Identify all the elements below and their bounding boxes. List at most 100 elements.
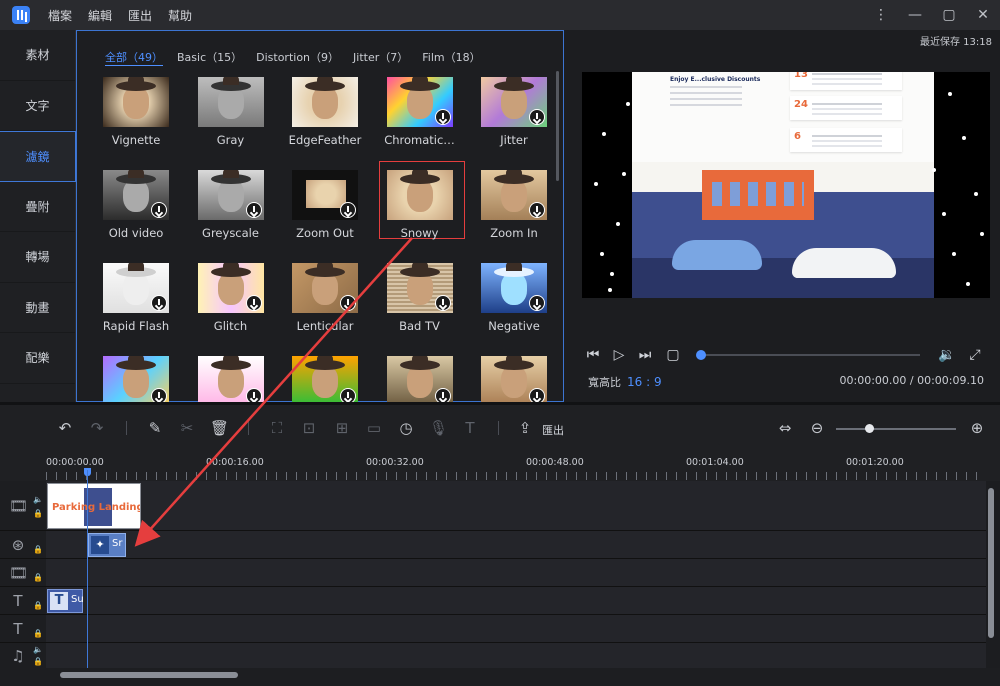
timeline-vertical-scrollbar[interactable] [988, 488, 994, 638]
timeline-horizontal-scrollbar[interactable] [60, 672, 238, 678]
aspect-ratio-value[interactable]: 16 : 9 [627, 375, 662, 389]
download-icon[interactable] [529, 295, 545, 311]
playback-progress[interactable] [696, 350, 920, 360]
sidebar-item-transitions[interactable]: 轉場 [0, 232, 75, 283]
lock-icon[interactable]: 🔒 [33, 509, 43, 518]
lock-icon[interactable]: 🔒 [33, 601, 43, 610]
filter-clip[interactable]: ✦ Sr [88, 533, 126, 557]
lock-icon[interactable]: 🔒 [33, 573, 43, 582]
play-icon[interactable]: ▷ [610, 346, 628, 364]
tab-distortion[interactable]: Distortion（9） [256, 49, 339, 66]
filter-thumbnail[interactable] [197, 77, 264, 127]
zoom-slider-handle[interactable] [865, 424, 874, 433]
download-icon[interactable] [434, 109, 451, 125]
filter-thumbnail[interactable] [292, 77, 358, 127]
menu-help[interactable]: 幫助 [160, 7, 200, 24]
filter-thumbnail[interactable] [481, 170, 547, 220]
crop-icon[interactable]: ⛶ [268, 419, 286, 437]
mosaic-icon[interactable]: ⊞ [333, 419, 351, 437]
menu-edit[interactable]: 編輯 [80, 7, 120, 24]
filter-item[interactable]: Chromatic… [371, 75, 459, 159]
track-text[interactable] [46, 587, 986, 615]
edit-pencil-icon[interactable]: ✎ [146, 419, 164, 437]
filter-item[interactable]: Zoom In [465, 168, 553, 252]
lock-icon[interactable]: 🔒 [33, 545, 43, 554]
sidebar-item-media[interactable]: 素材 [0, 30, 75, 81]
filter-item[interactable]: Lenticular [276, 261, 364, 345]
download-icon[interactable] [434, 295, 451, 311]
mute-icon[interactable]: 🔈 [33, 645, 43, 654]
lock-icon[interactable]: 🔒 [33, 657, 43, 666]
download-icon[interactable] [151, 295, 167, 311]
filter-item[interactable]: Jitter [465, 75, 553, 159]
cut-icon[interactable]: ✂ [178, 419, 196, 437]
menu-file[interactable]: 檔案 [40, 7, 80, 24]
filter-item[interactable]: Rapid Flash [87, 261, 175, 345]
filter-item[interactable]: Bad TV [371, 261, 459, 345]
filter-item[interactable]: Vignette [87, 75, 175, 159]
volume-icon[interactable]: 🔉 [938, 346, 956, 364]
download-icon[interactable] [340, 295, 356, 311]
timeline-ruler[interactable]: 00:00:00.00 00:00:16.00 00:00:32.00 00:0… [0, 451, 1000, 481]
menu-export[interactable]: 匯出 [120, 7, 160, 24]
progress-handle[interactable] [696, 350, 706, 360]
filter-thumbnail[interactable] [103, 356, 169, 406]
sidebar-item-filters[interactable]: 濾鏡 [0, 131, 76, 182]
microphone-icon[interactable]: 🎙 [429, 419, 448, 437]
filter-item[interactable]: Zoom Out [276, 168, 364, 252]
filter-thumbnail[interactable] [386, 356, 453, 406]
filter-item[interactable]: Greyscale [182, 168, 270, 252]
filter-thumbnail[interactable] [197, 263, 264, 313]
track-video[interactable] [46, 481, 986, 531]
minimize-button[interactable]: — [898, 7, 932, 23]
track-filter[interactable] [46, 531, 986, 559]
filter-thumbnail[interactable] [103, 263, 169, 313]
tab-basic[interactable]: Basic（15） [177, 49, 242, 66]
filter-thumbnail[interactable] [292, 170, 358, 220]
zoom-crop-icon[interactable]: ⊡ [300, 419, 318, 437]
lock-icon[interactable]: 🔒 [33, 629, 43, 638]
filter-thumbnail[interactable] [481, 356, 547, 406]
filter-item[interactable]: Negative [465, 261, 553, 345]
download-icon[interactable] [151, 202, 167, 218]
text-to-speech-icon[interactable]: T [461, 419, 479, 437]
track-overlay[interactable] [46, 559, 986, 587]
filter-thumbnail[interactable] [197, 356, 264, 406]
zoom-in-icon[interactable]: ⊕ [968, 419, 986, 437]
library-scrollbar[interactable] [556, 71, 559, 181]
sidebar-item-music[interactable]: 配樂 [0, 333, 75, 384]
filter-item[interactable]: Old video [87, 168, 175, 252]
filter-thumbnail[interactable] [292, 263, 358, 313]
stop-icon[interactable]: ▢ [664, 346, 682, 364]
fullscreen-icon[interactable]: ⤢ [966, 346, 984, 364]
duration-clock-icon[interactable]: ◷ [397, 419, 415, 437]
download-icon[interactable] [529, 109, 545, 125]
prev-frame-icon[interactable]: ⏮ [584, 346, 602, 364]
sidebar-item-animations[interactable]: 動畫 [0, 283, 75, 333]
filter-item[interactable]: EdgeFeather [276, 75, 364, 159]
filter-thumbnail[interactable] [386, 77, 453, 127]
filter-thumbnail[interactable] [386, 263, 453, 313]
filter-thumbnail[interactable] [481, 263, 547, 313]
zoom-slider[interactable] [836, 428, 956, 430]
filter-thumbnail[interactable] [292, 356, 358, 406]
track-music[interactable] [46, 643, 986, 669]
more-icon[interactable]: ⋮ [864, 7, 898, 23]
next-frame-icon[interactable]: ⏭ [636, 346, 654, 364]
filter-thumbnail[interactable] [197, 170, 264, 220]
freeze-frame-icon[interactable]: ▭ [365, 419, 383, 437]
download-icon[interactable] [340, 202, 356, 218]
fit-timeline-icon[interactable]: ⇔ [776, 419, 794, 437]
video-preview[interactable]: Enjoy E...clusive Discounts 13 24 6 [582, 72, 990, 298]
filter-item[interactable]: Glitch [182, 261, 270, 345]
close-button[interactable]: ✕ [966, 7, 1000, 23]
sidebar-item-text[interactable]: 文字 [0, 81, 75, 131]
filter-thumbnail[interactable] [103, 170, 169, 220]
redo-icon[interactable]: ↷ [88, 419, 106, 437]
tab-all[interactable]: 全部（49） [105, 49, 163, 66]
tab-jitter[interactable]: Jitter（7） [353, 49, 408, 66]
undo-icon[interactable]: ↶ [56, 419, 74, 437]
delete-icon[interactable]: 🗑 [210, 419, 229, 437]
text-clip[interactable]: T Su [47, 589, 84, 613]
filter-thumbnail[interactable] [386, 170, 453, 220]
